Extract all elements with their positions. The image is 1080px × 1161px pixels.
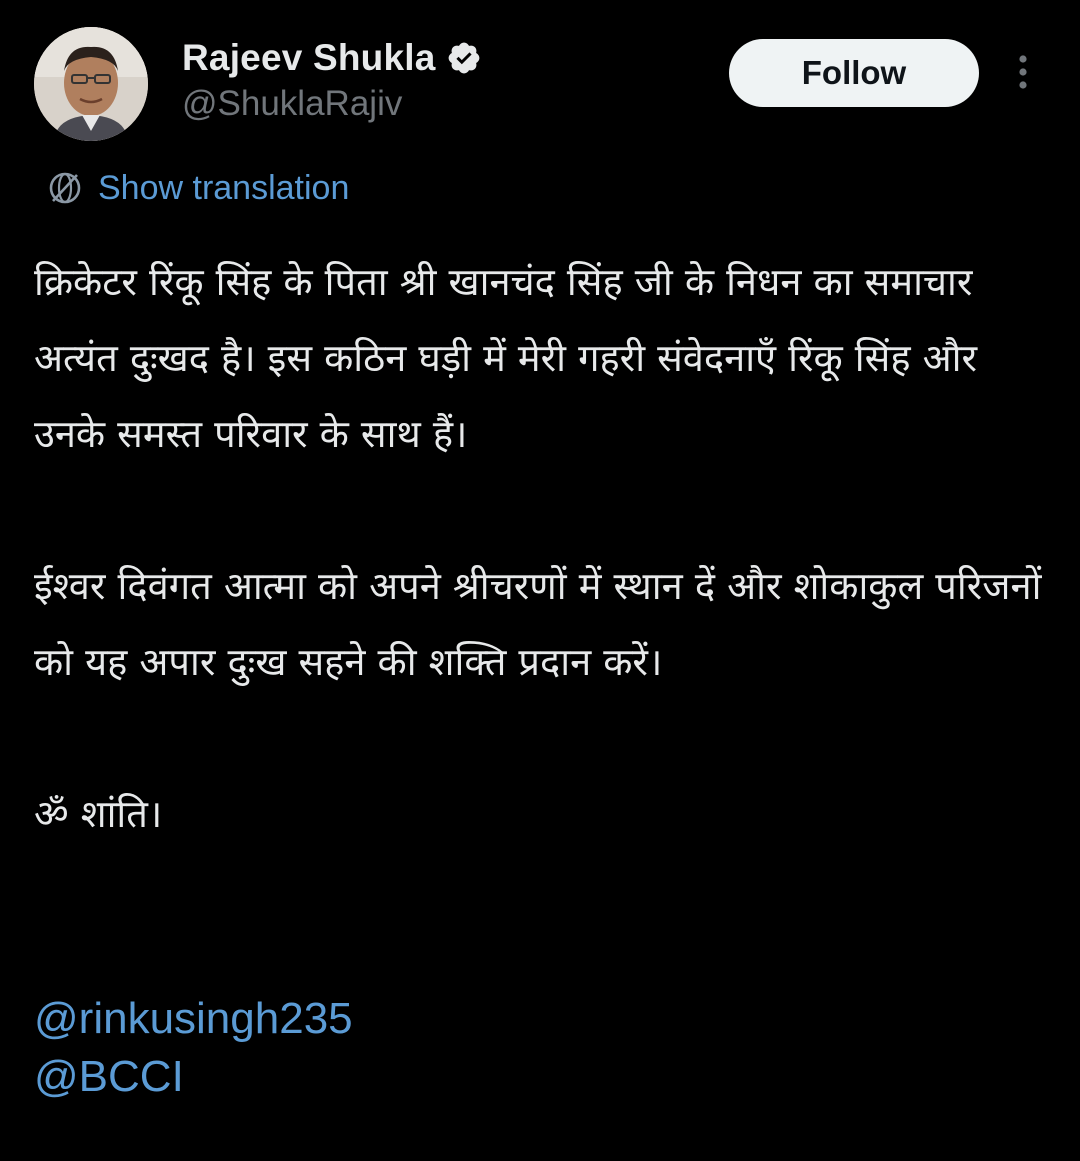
verified-badge-icon [446, 40, 482, 76]
globe-translate-icon [44, 167, 86, 209]
mention-link-rinkusingh235[interactable]: @rinkusingh235 [34, 990, 353, 1048]
tweet-header: Rajeev Shukla @ShuklaRajiv Follow [0, 0, 1080, 150]
tweet-paragraph: ईश्वर दिवंगत आत्मा को अपने श्रीचरणों में… [34, 564, 1054, 684]
author-handle[interactable]: @ShuklaRajiv [182, 84, 402, 124]
tweet-mentions: @rinkusingh235 @BCCI [34, 990, 353, 1106]
show-translation-label: Show translation [98, 168, 350, 207]
tweet-paragraph: क्रिकेटर रिंकू सिंह के पिता श्री खानचंद … [34, 260, 990, 456]
tweet-text: क्रिकेटर रिंकू सिंह के पिता श्री खानचंद … [34, 244, 1044, 852]
author-display-name[interactable]: Rajeev Shukla [182, 37, 436, 79]
show-translation-link[interactable]: Show translation [44, 166, 349, 210]
avatar[interactable] [34, 27, 148, 141]
author-name-row: Rajeev Shukla [182, 34, 482, 82]
tweet-paragraph: ॐ शांति। [34, 792, 163, 836]
follow-button[interactable]: Follow [729, 39, 979, 107]
more-vertical-icon[interactable] [1008, 52, 1038, 96]
mention-link-bcci[interactable]: @BCCI [34, 1048, 353, 1106]
